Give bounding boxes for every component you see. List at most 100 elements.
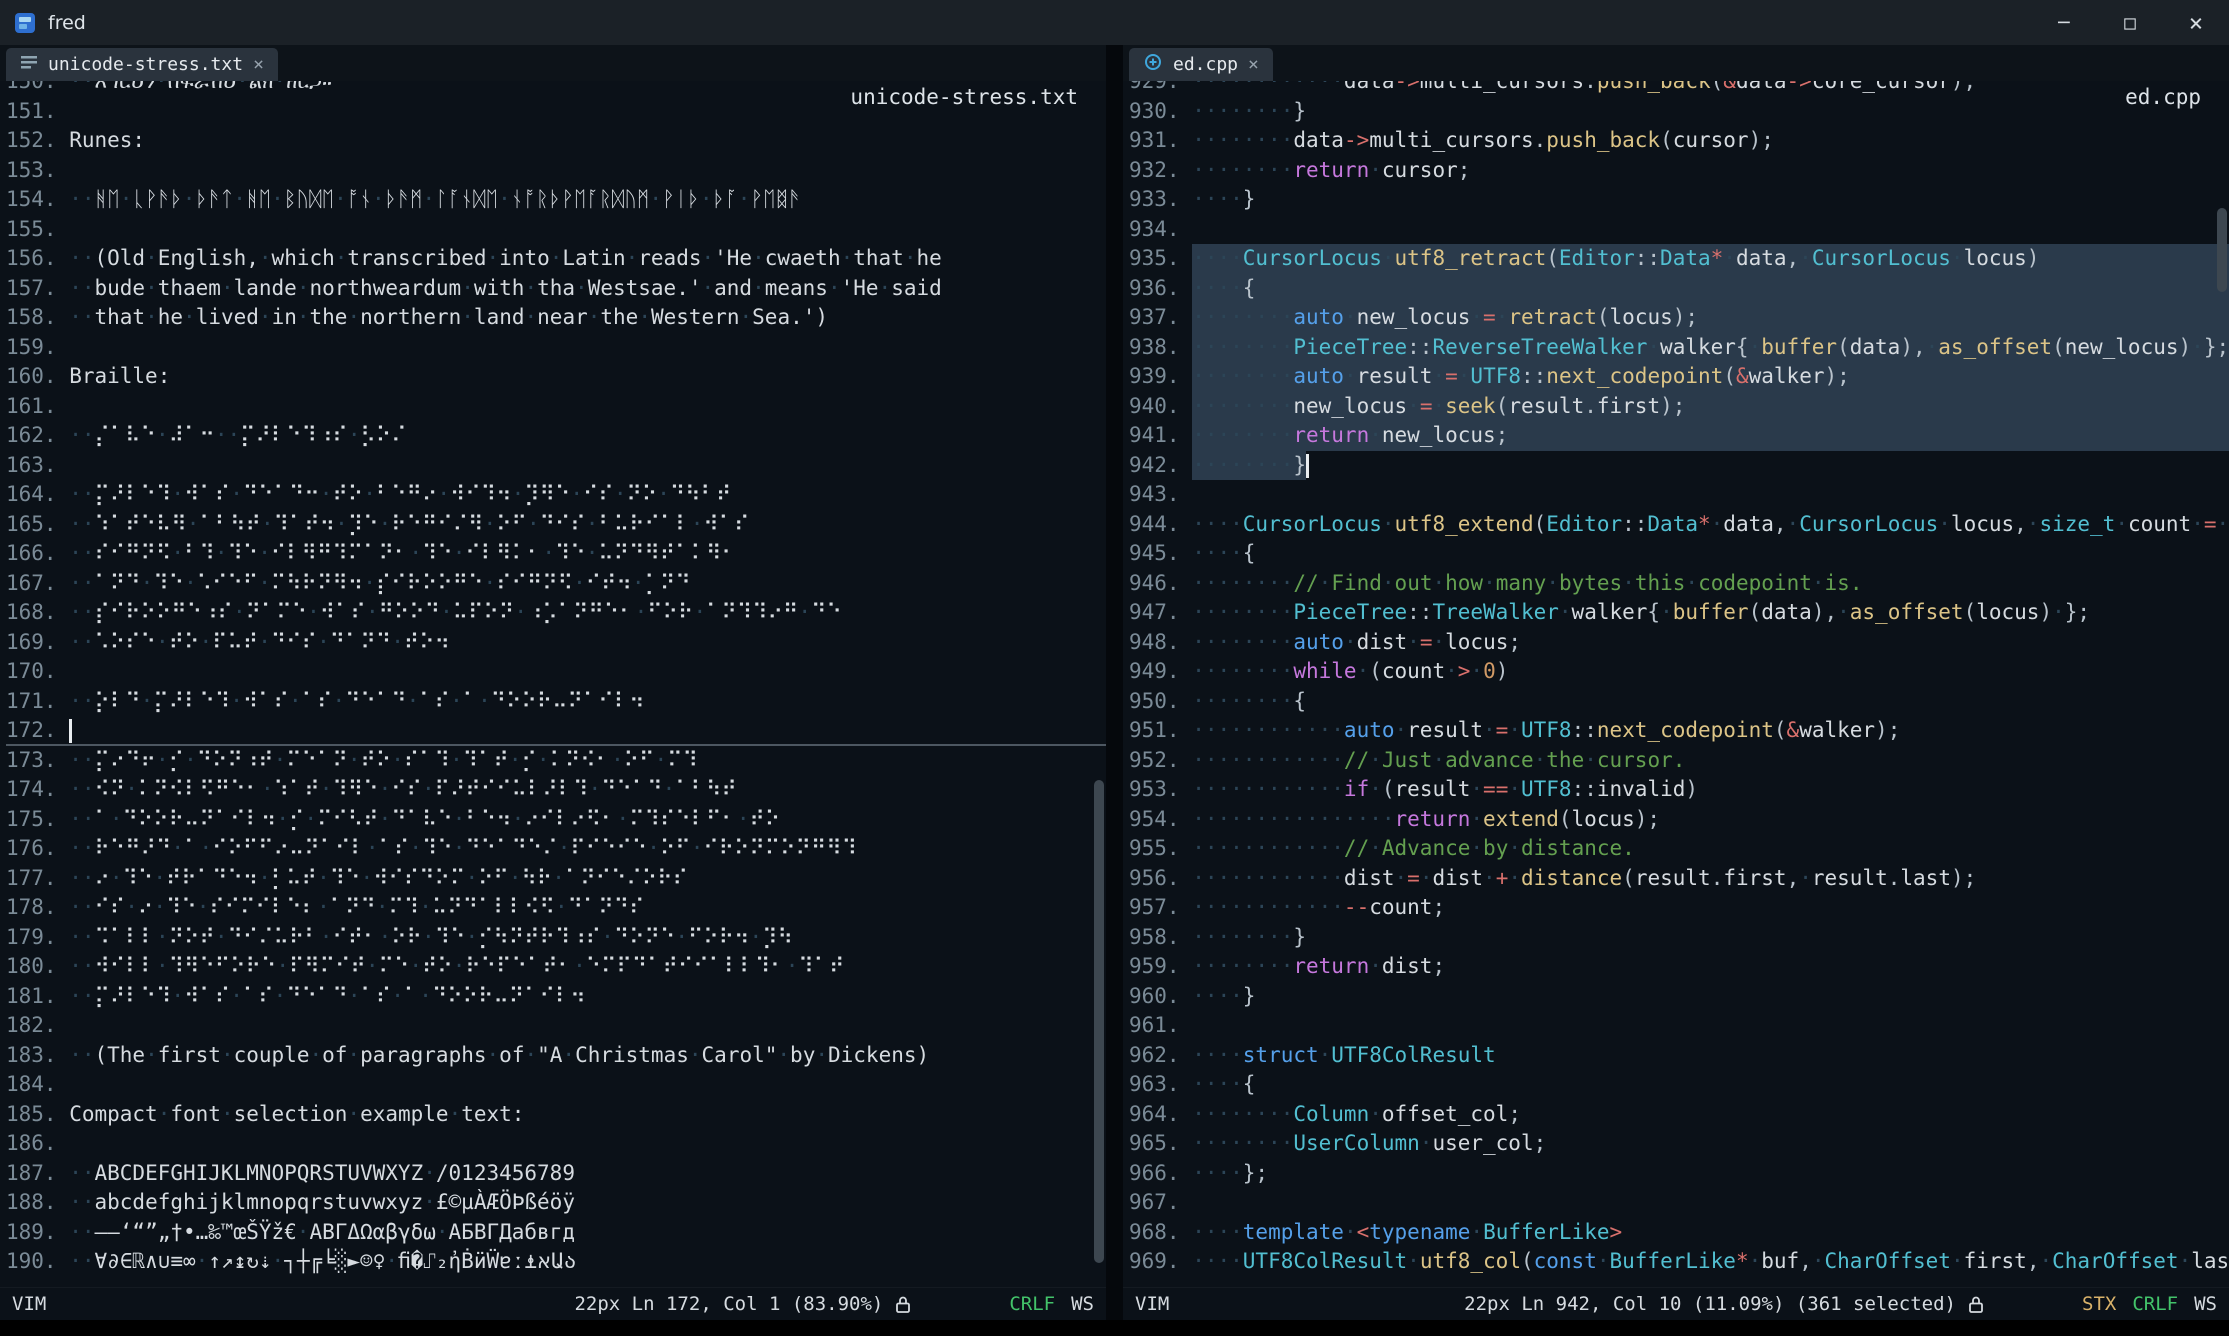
code-line[interactable]: 179.··⠩⠁⠇⠇·⠝⠕⠞·⠙⠊⠌⠥⠗⠃·⠊⠞⠂·⠕⠗·⠹⠑·⡊⠳⠝⠞⠗⠹⠰⠎… [6,923,1106,953]
code-line[interactable]: 957.············--count; [1129,893,2229,923]
code-line[interactable]: 945.····{ [1129,539,2229,569]
code-line[interactable]: 170. [6,657,1106,687]
close-button[interactable]: × [2163,0,2229,45]
code-line[interactable]: 929.············data->multi_cursors.push… [1129,81,2229,97]
code-line[interactable]: 968.····template·<typename·BufferLike> [1129,1218,2229,1248]
code-line[interactable]: 938.········PieceTree::ReverseTreeWalker… [1129,333,2229,363]
code-line[interactable]: 944.····CursorLocus·utf8_extend(Editor::… [1129,510,2229,540]
line-number: 959. [1129,952,1180,982]
code-line[interactable]: 967. [1129,1188,2229,1218]
code-line[interactable]: 941.········return·new_locus; [1129,421,2229,451]
code-line[interactable]: 966.····}; [1129,1159,2229,1189]
code-line[interactable]: 965.········UserColumn·user_col; [1129,1129,2229,1159]
code-line[interactable]: 180.··⠺⠊⠇⠇·⠹⠻⠑⠋⠕⠗⠑·⠏⠻⠍⠊⠞·⠍⠑·⠞⠕·⠗⠑⠏⠑⠁⠞⠂·⠑… [6,952,1106,982]
code-line[interactable]: 936.····{ [1129,274,2229,304]
code-line[interactable]: 946.········//·Find·out·how·many·bytes·t… [1129,569,2229,599]
code-line[interactable]: 954.················return·extend(locus)… [1129,805,2229,835]
code-line[interactable]: 167.··⠁⠝⠙·⠹⠑·⠡⠊⠑⠋·⠍⠳⠗⠝⠻⠲·⡎⠊⠗⠕⠕⠛⠑·⠎⠊⠛⠝⠫·⠊… [6,569,1106,599]
code-line[interactable]: 952.············//·Just·advance·the·curs… [1129,746,2229,776]
code-line[interactable]: 177.··⠔·⠹⠑·⠞⠗⠁⠙⠑⠲·⡃⠥⠞·⠹⠑·⠺⠊⠎⠙⠕⠍·⠕⠋·⠳⠗·⠁⠝… [6,864,1106,894]
code-line[interactable]: 950.········{ [1129,687,2229,717]
code-line[interactable]: 152.Runes: [6,126,1106,156]
code-line[interactable]: 951.············auto·result·=·UTF8::next… [1129,716,2229,746]
tab-unicode-stress-txt[interactable]: unicode-stress.txt × [6,48,278,81]
left-scrollbar[interactable] [1092,81,1106,1287]
code-line[interactable]: 184. [6,1070,1106,1100]
code-line[interactable]: 157.··bude·thaem·lande·northweardum·with… [6,274,1106,304]
code-line[interactable]: 962.····struct·UTF8ColResult [1129,1041,2229,1071]
code-line[interactable]: 186. [6,1129,1106,1159]
code-line[interactable]: 155. [6,215,1106,245]
code-line[interactable]: 948.········auto·dist·=·locus; [1129,628,2229,658]
code-line[interactable]: 169.··⠡⠕⠎⠑·⠞⠕·⠏⠥⠞·⠙⠊⠎·⠙⠁⠝⠙·⠞⠕⠲ [6,628,1106,658]
code-line[interactable]: 933.····} [1129,185,2229,215]
right-scrollbar[interactable] [2215,81,2229,1287]
tab-close-icon[interactable]: × [253,54,264,75]
code-line[interactable]: 964.········Column·offset_col; [1129,1100,2229,1130]
code-line[interactable]: 158.··that·he·lived·in·the·northern·land… [6,303,1106,333]
code-line[interactable]: 961. [1129,1011,2229,1041]
left-tab-bar: unicode-stress.txt × [0,45,1106,81]
code-line[interactable]: 189.··–—‘“”„†•…‰™œŠŸž€·ΑΒΓΔΩαβγδω·АБВГДа… [6,1218,1106,1248]
code-line[interactable]: 183.··(The·first·couple·of·paragraphs·of… [6,1041,1106,1071]
code-line[interactable]: 956.············dist·=·dist·+·distance(r… [1129,864,2229,894]
code-line[interactable]: 934. [1129,215,2229,245]
code-line[interactable]: 166.··⠎⠊⠛⠝⠫·⠃⠹·⠹⠑·⠊⠇⠻⠛⠹⠍⠁⠝⠂·⠹⠑·⠊⠇⠻⠅⠂·⠹⠑·… [6,539,1106,569]
code-line[interactable]: 931.········data->multi_cursors.push_bac… [1129,126,2229,156]
code-line[interactable]: 172. [6,716,1106,746]
code-line[interactable]: 161. [6,392,1106,422]
line-number: 177. [6,864,57,894]
code-line[interactable]: 174.··⠪⠝·⠅⠝⠪⠇⠫⠛⠑⠂·⠱⠁⠞·⠹⠻⠑·⠊⠎·⠏⠜⠞⠊⠊⠥⠇⠜⠇⠹·… [6,775,1106,805]
line-number: 961. [1129,1011,1180,1041]
code-line[interactable]: 939.········auto·result·=·UTF8::next_cod… [1129,362,2229,392]
code-line[interactable]: 182. [6,1011,1106,1041]
code-line[interactable]: 959.········return·dist; [1129,952,2229,982]
code-line[interactable]: 168.··⡎⠊⠗⠕⠕⠛⠑⠰⠎·⠝⠁⠍⠑·⠺⠁⠎·⠛⠕⠕⠙·⠥⠏⠕⠝·⠰⡡⠁⠝⠛… [6,598,1106,628]
code-line[interactable]: 949.········while·(count·>·0) [1129,657,2229,687]
code-line[interactable]: 160.Braille: [6,362,1106,392]
tab-ed-cpp[interactable]: ed.cpp × [1129,48,1273,81]
code-line[interactable]: 955.············//·Advance·by·distance. [1129,834,2229,864]
code-line[interactable]: 154.··ᚻᛖ·ᚳᚹᚫᚦ·ᚦᚫᛏ·ᚻᛖ·ᛒᚢᛞᛖ·ᚩᚾ·ᚦᚫᛗ·ᛚᚪᚾᛞᛖ·ᚾ… [6,185,1106,215]
code-line[interactable]: 940.········new_locus·=·seek(result.firs… [1129,392,2229,422]
code-line[interactable]: 171.··⡕⠇⠙·⡍⠜⠇⠑⠹·⠺⠁⠎·⠁⠎·⠙⠑⠁⠙·⠁⠎·⠁·⠙⠕⠕⠗⠤⠝⠁… [6,687,1106,717]
code-line[interactable]: 942.········} [1129,451,2229,481]
code-line[interactable]: 960.····} [1129,982,2229,1012]
code-line[interactable]: 943. [1129,480,2229,510]
code-line[interactable]: 164.··⡍⠜⠇⠑⠹·⠺⠁⠎·⠙⠑⠁⠙⠒·⠞⠕·⠃⠑⠛⠔·⠺⠊⠹⠲·⡹⠻⠑·⠊… [6,480,1106,510]
code-line[interactable]: 176.··⠗⠑⠛⠜⠙·⠁·⠊⠕⠋⠋⠔⠤⠝⠁⠊⠇·⠁⠎·⠹⠑·⠙⠑⠁⠙⠑⠌·⠏⠊… [6,834,1106,864]
code-line[interactable]: 185.Compact·font·selection·example·text: [6,1100,1106,1130]
maximize-button[interactable]: □ [2097,0,2163,45]
code-line[interactable]: 159. [6,333,1106,363]
code-line[interactable]: 958.········} [1129,923,2229,953]
scrollbar-thumb[interactable] [1094,780,1104,1262]
code-line[interactable]: 937.········auto·new_locus·=·retract(loc… [1129,303,2229,333]
code-line[interactable]: 930.········} [1129,97,2229,127]
code-line[interactable]: 190.··∀∂∈ℝ∧∪≡∞·↑↗↨↻⇣·┐┼╔╘░►☺♀·ﬁ�⑀₂ἠḂӥẄɐː… [6,1247,1106,1277]
code-line[interactable]: 156.··(Old·English,·which·transcribed·in… [6,244,1106,274]
code-line[interactable]: 178.··⠊⠎·⠔·⠹⠑·⠎⠊⠍⠊⠇⠑⠆·⠁⠝⠙·⠍⠹·⠥⠝⠙⠁⠇⠇⠪⠫·⠙⠁… [6,893,1106,923]
code-line[interactable]: 173.··⡍⠔⠙⠖·⡊·⠙⠕⠝⠰⠞·⠍⠑⠁⠝·⠞⠕·⠎⠁⠹·⠹⠁⠞·⡊·⠅⠝⠪… [6,746,1106,776]
left-editor-content[interactable]: 150.··እግርህን·በፍራሽህ·ልክ·ዘርጋ።151.152.Runes:1… [0,81,1106,1287]
code-line[interactable]: 181.··⡍⠜⠇⠑⠹·⠺⠁⠎·⠁⠎·⠙⠑⠁⠙·⠁⠎·⠁·⠙⠕⠕⠗⠤⠝⠁⠊⠇⠲ [6,982,1106,1012]
tab-close-icon[interactable]: × [1248,54,1259,75]
pane-divider[interactable] [1106,45,1123,1320]
code-line[interactable]: 953.············if·(result·==·UTF8::inva… [1129,775,2229,805]
code-line[interactable]: 175.··⠁·⠙⠕⠕⠗⠤⠝⠁⠊⠇⠲·⡊·⠍⠊⠣⠞·⠙⠁⠧⠑·⠃⠑⠲·⠔⠊⠇⠔⠫… [6,805,1106,835]
scrollbar-thumb[interactable] [2217,208,2227,292]
code-line[interactable]: 935.····CursorLocus·utf8_retract(Editor:… [1129,244,2229,274]
minimize-button[interactable]: ─ [2031,0,2097,45]
code-line[interactable]: 963.····{ [1129,1070,2229,1100]
line-number: 150. [6,81,57,97]
code-line[interactable]: 932.········return·cursor; [1129,156,2229,186]
line-number: 942. [1129,451,1180,481]
code-line[interactable]: 187.··ABCDEFGHIJKLMNOPQRSTUVWXYZ·/012345… [6,1159,1106,1189]
code-line[interactable]: 188.··abcdefghijklmnopqrstuvwxyz·£©µÀÆÖÞ… [6,1188,1106,1218]
code-line[interactable]: 165.··⠱⠁⠞⠑⠧⠻·⠁⠃⠳⠞·⠹⠁⠞⠲·⡹⠑·⠗⠑⠛⠊⠌⠻·⠕⠋·⠙⠊⠎·… [6,510,1106,540]
code-line[interactable]: 947.········PieceTree::TreeWalker·walker… [1129,598,2229,628]
code-line[interactable]: 162.··⡌⠁⠧⠑·⠼⠁⠒··⡍⠜⠇⠑⠹⠰⠎·⡣⠕⠌ [6,421,1106,451]
code-line[interactable]: 153. [6,156,1106,186]
code-line[interactable]: 969.····UTF8ColResult·utf8_col(const·Buf… [1129,1247,2229,1277]
right-editor-content[interactable]: 929.············data->multi_cursors.push… [1123,81,2229,1287]
code-line[interactable]: 163. [6,451,1106,481]
